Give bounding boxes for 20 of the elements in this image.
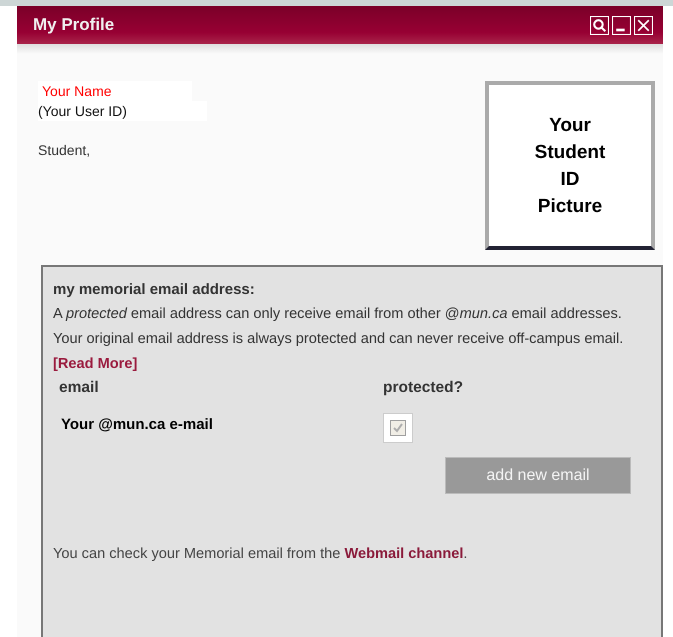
minimize-icon[interactable] bbox=[612, 16, 631, 34]
user-role: Student, bbox=[38, 142, 90, 158]
description-text: A protected email address can only receive email from other @mun.ca email addresses. Your original email address is always protected and can never receive off-campus email. [Read More] bbox=[53, 305, 624, 374]
email-address: Your @mun.ca e-mail bbox=[60, 416, 214, 432]
user-name: Your Name bbox=[38, 81, 192, 101]
webmail-link[interactable]: Webmail channel bbox=[344, 546, 464, 562]
picture-caption: Picture bbox=[538, 194, 602, 218]
close-icon[interactable] bbox=[634, 16, 653, 34]
window-title: My Profile bbox=[33, 15, 114, 35]
picture-caption: ID bbox=[560, 168, 580, 192]
picture-caption: Student bbox=[534, 140, 606, 164]
read-more-link[interactable]: [Read More] bbox=[53, 356, 138, 372]
search-icon[interactable] bbox=[590, 16, 609, 34]
column-header: protected? bbox=[383, 379, 464, 398]
picture-caption: Your bbox=[549, 114, 591, 138]
column-header: email bbox=[58, 379, 100, 398]
user-id: (Your User ID) bbox=[38, 101, 207, 121]
webmail-note: You can check your Memorial email from the Webmail channel. bbox=[53, 546, 468, 562]
checkmark-icon bbox=[390, 420, 406, 436]
section-heading: my memorial email address: bbox=[53, 281, 255, 298]
